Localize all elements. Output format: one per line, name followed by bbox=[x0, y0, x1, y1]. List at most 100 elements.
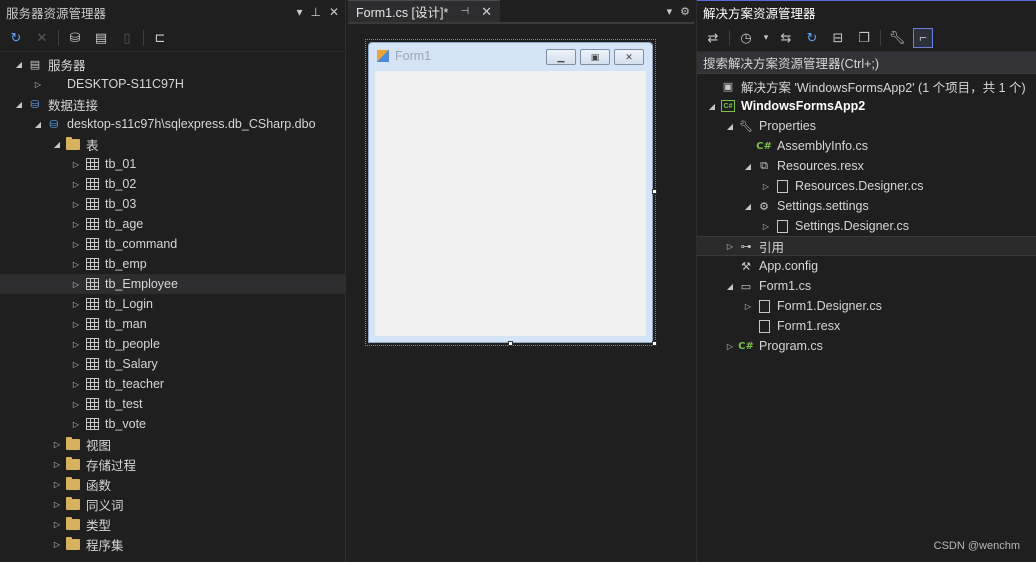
tab-form1-design[interactable]: Form1.cs [设计]* ⊣ ✕ bbox=[348, 0, 500, 22]
collapse-arrow-icon[interactable]: ◢ bbox=[723, 122, 737, 131]
expand-arrow-icon[interactable]: ▷ bbox=[69, 420, 83, 429]
refresh-icon[interactable]: ↻ bbox=[6, 28, 26, 48]
expand-arrow-icon[interactable]: ▷ bbox=[50, 460, 64, 469]
expand-arrow-icon[interactable]: ▷ bbox=[69, 160, 83, 169]
collapse-arrow-icon[interactable]: ◢ bbox=[12, 60, 26, 69]
collapse-arrow-icon[interactable]: ◢ bbox=[723, 282, 737, 291]
tree-item[interactable]: C# AssemblyInfo.cs bbox=[697, 136, 1036, 156]
tree-item[interactable]: ◢ ⛁ desktop-s11c97h\sqlexpress.db_CSharp.d… bbox=[0, 114, 345, 134]
connect-server-icon[interactable]: ▤ bbox=[91, 28, 111, 48]
tree-item[interactable]: ◢ ▭ Form1.cs bbox=[697, 276, 1036, 296]
wrench-icon[interactable]: 🔧︎ bbox=[887, 28, 907, 48]
tree-item[interactable]: ▷ tb_man bbox=[0, 314, 345, 334]
expand-arrow-icon[interactable]: ▷ bbox=[69, 340, 83, 349]
sync-icon[interactable]: ⇆ bbox=[776, 28, 796, 48]
azure-icon[interactable]: ⊏ bbox=[150, 28, 170, 48]
expand-arrow-icon[interactable]: ▷ bbox=[50, 440, 64, 449]
expand-arrow-icon[interactable]: ▷ bbox=[69, 300, 83, 309]
expand-arrow-icon[interactable]: ▷ bbox=[50, 480, 64, 489]
tree-item[interactable]: ▷ tb_command bbox=[0, 234, 345, 254]
switch-views-icon[interactable]: ⇄ bbox=[703, 28, 723, 48]
tree-item[interactable]: ▷ Settings.Designer.cs bbox=[697, 216, 1036, 236]
expand-arrow-icon[interactable]: ▷ bbox=[69, 380, 83, 389]
expand-arrow-icon[interactable]: ▷ bbox=[50, 500, 64, 509]
tree-item[interactable]: ▷ DESKTOP-S11C97H bbox=[0, 74, 345, 94]
close-icon[interactable]: ✕ bbox=[329, 5, 339, 19]
form-client-area[interactable] bbox=[375, 71, 646, 336]
expand-arrow-icon[interactable]: ▷ bbox=[69, 240, 83, 249]
expand-arrow-icon[interactable]: ▷ bbox=[723, 242, 737, 251]
tree-item[interactable]: Form1.resx bbox=[697, 316, 1036, 336]
tree-item[interactable]: ▷ tb_Login bbox=[0, 294, 345, 314]
pin-icon[interactable]: ⊥ bbox=[310, 5, 320, 19]
stop-icon[interactable]: ✕ bbox=[32, 28, 52, 48]
expand-arrow-icon[interactable]: ▷ bbox=[69, 320, 83, 329]
expand-arrow-icon[interactable]: ▷ bbox=[723, 342, 737, 351]
expand-arrow-icon[interactable]: ▷ bbox=[759, 222, 773, 231]
expand-arrow-icon[interactable]: ▷ bbox=[69, 180, 83, 189]
pin-icon[interactable]: ⊣ bbox=[460, 6, 469, 17]
gear-icon[interactable]: ⚙ bbox=[680, 5, 690, 18]
tree-item[interactable]: ▷ tb_Employee bbox=[0, 274, 345, 294]
tree-item[interactable]: ▷ 同义词 bbox=[0, 494, 345, 514]
collapse-arrow-icon[interactable]: ◢ bbox=[705, 102, 719, 111]
tree-item[interactable]: ◢ C# WindowsFormsApp2 bbox=[697, 96, 1036, 116]
collapse-arrow-icon[interactable]: ◢ bbox=[741, 162, 755, 171]
tree-item[interactable]: ▷ 程序集 bbox=[0, 534, 345, 554]
tree-item[interactable]: ▷ tb_01 bbox=[0, 154, 345, 174]
expand-arrow-icon[interactable]: ▷ bbox=[759, 182, 773, 191]
expand-arrow-icon[interactable]: ▷ bbox=[69, 360, 83, 369]
show-all-files-icon[interactable]: ❐ bbox=[854, 28, 874, 48]
tree-item[interactable]: ▷ 类型 bbox=[0, 514, 345, 534]
collapse-arrow-icon[interactable]: ◢ bbox=[12, 100, 26, 109]
tree-item[interactable]: ▷ tb_age bbox=[0, 214, 345, 234]
expand-arrow-icon[interactable]: ▷ bbox=[69, 220, 83, 229]
sharepoint-icon[interactable]: ▯ bbox=[117, 28, 137, 48]
expand-arrow-icon[interactable]: ▷ bbox=[69, 280, 83, 289]
expand-arrow-icon[interactable]: ▷ bbox=[31, 80, 45, 89]
tree-item[interactable]: ◢ ▤ 服务器 bbox=[0, 54, 345, 74]
tree-item[interactable]: ◢ 表 bbox=[0, 134, 345, 154]
tree-item[interactable]: ▷ tb_people bbox=[0, 334, 345, 354]
resize-handle-corner[interactable] bbox=[652, 341, 657, 346]
collapse-all-icon[interactable]: ⊟ bbox=[828, 28, 848, 48]
expand-arrow-icon[interactable]: ▷ bbox=[50, 540, 64, 549]
expand-arrow-icon[interactable]: ▷ bbox=[69, 260, 83, 269]
tree-item[interactable]: ▷ tb_Salary bbox=[0, 354, 345, 374]
tree-item[interactable]: ▷ ⊶ 引用 bbox=[697, 236, 1036, 256]
refresh-icon[interactable]: ↻ bbox=[802, 28, 822, 48]
solution-search-input[interactable]: 搜索解决方案资源管理器(Ctrl+;) bbox=[697, 52, 1036, 74]
pending-changes-icon[interactable]: ◷ bbox=[736, 28, 756, 48]
dropdown-icon[interactable]: ▾ bbox=[296, 5, 302, 19]
tree-item[interactable]: ▷ tb_vote bbox=[0, 414, 345, 434]
tree-item[interactable]: ◢ ⧉ Resources.resx bbox=[697, 156, 1036, 176]
tree-item[interactable]: ◢ ⛁ 数据连接 bbox=[0, 94, 345, 114]
tree-item[interactable]: ◢ 🔧︎ Properties bbox=[697, 116, 1036, 136]
collapse-arrow-icon[interactable]: ◢ bbox=[31, 120, 45, 129]
expand-arrow-icon[interactable]: ▷ bbox=[50, 520, 64, 529]
chevron-down-icon[interactable]: ▾ bbox=[762, 28, 770, 48]
tree-item[interactable]: ▷ Resources.Designer.cs bbox=[697, 176, 1036, 196]
tree-item[interactable]: ▷ C# Program.cs bbox=[697, 336, 1036, 356]
tree-item[interactable]: ▣ 解决方案 'WindowsFormsApp2' (1 个项目，共 1 个) bbox=[697, 76, 1036, 96]
close-icon[interactable]: ✕ bbox=[481, 4, 492, 20]
resize-handle-bottom[interactable] bbox=[508, 341, 513, 346]
design-surface[interactable]: Form1 ▁ ▣ ✕ bbox=[348, 26, 694, 562]
tree-item[interactable]: ▷ tb_teacher bbox=[0, 374, 345, 394]
expand-arrow-icon[interactable]: ▷ bbox=[741, 302, 755, 311]
resize-handle-right[interactable] bbox=[652, 189, 657, 194]
collapse-arrow-icon[interactable]: ◢ bbox=[741, 202, 755, 211]
tree-item[interactable]: ▷ 函数 bbox=[0, 474, 345, 494]
tree-item[interactable]: ◢ ⚙ Settings.settings bbox=[697, 196, 1036, 216]
tree-item[interactable]: ⚒ App.config bbox=[697, 256, 1036, 276]
expand-arrow-icon[interactable]: ▷ bbox=[69, 400, 83, 409]
connect-database-icon[interactable]: ⛁ bbox=[65, 28, 85, 48]
dropdown-icon[interactable]: ▾ bbox=[667, 5, 673, 18]
tree-item[interactable]: ▷ Form1.Designer.cs bbox=[697, 296, 1036, 316]
tree-item[interactable]: ▷ tb_02 bbox=[0, 174, 345, 194]
tree-item[interactable]: ▷ tb_03 bbox=[0, 194, 345, 214]
collapse-arrow-icon[interactable]: ◢ bbox=[50, 140, 64, 149]
tree-item[interactable]: ▷ tb_test bbox=[0, 394, 345, 414]
preview-icon[interactable]: ⌐ bbox=[913, 27, 933, 48]
tree-item[interactable]: ▷ 存储过程 bbox=[0, 454, 345, 474]
